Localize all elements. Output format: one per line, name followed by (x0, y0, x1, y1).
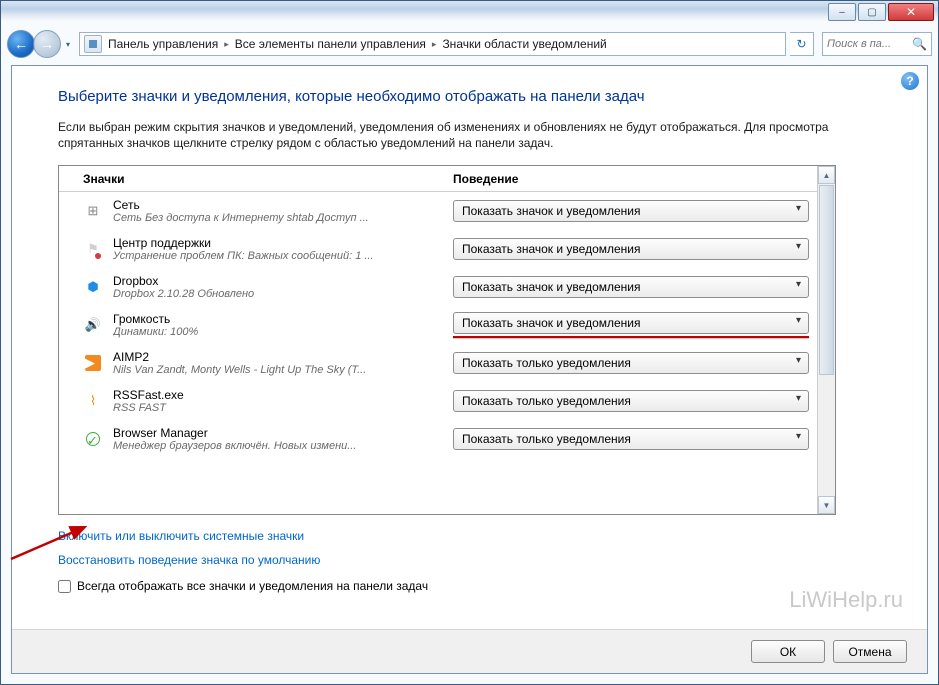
app-name: Центр поддержки (113, 236, 453, 250)
app-status: RSS FAST (113, 402, 453, 414)
app-icon: ⚑ (83, 239, 103, 259)
app-name: AIMP2 (113, 350, 453, 364)
list-header: Значки Поведение (59, 166, 817, 192)
page-title: Выберите значки и уведомления, которые н… (58, 88, 881, 105)
app-icon: ⬢ (83, 277, 103, 297)
minimize-button[interactable]: – (828, 3, 856, 21)
maximize-button[interactable]: ▢ (858, 3, 886, 21)
app-status: Менеджер браузеров включён. Новых измени… (113, 440, 453, 452)
address-bar[interactable]: Панель управления▸ Все элементы панели у… (79, 32, 786, 56)
app-name: Dropbox (113, 274, 453, 288)
restore-default-link[interactable]: Восстановить поведение значка по умолчан… (58, 553, 881, 567)
behavior-select[interactable]: Показать значок и уведомления (453, 200, 809, 222)
scroll-up-button[interactable]: ▲ (818, 166, 835, 184)
list-item: ⌇ RSSFast.exeRSS FASTПоказать только увед… (59, 382, 817, 420)
app-status: Динамики: 100% (113, 326, 453, 338)
button-bar: ОК Отмена (12, 629, 927, 673)
scrollbar[interactable]: ▲ ▼ (817, 166, 835, 514)
app-status: Сеть Без доступа к Интернету shtab Досту… (113, 212, 453, 224)
behavior-select[interactable]: Показать только уведомления (453, 352, 809, 374)
behavior-select[interactable]: Показать только уведомления (453, 428, 809, 450)
page-description: Если выбран режим скрытия значков и увед… (58, 119, 881, 151)
app-status: Dropbox 2.10.28 Обновлено (113, 288, 453, 300)
navbar: ← → ▾ Панель управления▸ Все элементы па… (7, 27, 932, 61)
help-icon[interactable]: ? (901, 72, 919, 90)
column-behavior: Поведение (453, 172, 518, 186)
refresh-button[interactable]: ↻ (790, 32, 814, 56)
always-show-label: Всегда отображать все значки и уведомлен… (77, 579, 428, 593)
list-item: ⊞ СетьСеть Без доступа к Интернету shtab … (59, 192, 817, 230)
breadcrumb-item[interactable]: Значки области уведомлений (442, 37, 606, 51)
column-icons: Значки (83, 172, 453, 186)
app-icon: ⊞ (83, 201, 103, 221)
close-button[interactable]: ✕ (888, 3, 934, 21)
app-name: RSSFast.exe (113, 388, 453, 402)
list-item: ⚑ Центр поддержкиУстранение проблем ПК: В… (59, 230, 817, 268)
watermark: LiWiHelp.ru (789, 587, 903, 613)
chevron-right-icon[interactable]: ▸ (218, 39, 235, 50)
titlebar: – ▢ ✕ (1, 1, 938, 27)
system-icons-link[interactable]: Включить или выключить системные значки (58, 529, 881, 543)
behavior-select[interactable]: Показать только уведомления (453, 390, 809, 412)
app-icon: ✓ (83, 429, 103, 449)
search-icon[interactable]: 🔍 (912, 37, 927, 51)
history-dropdown-icon[interactable]: ▾ (61, 35, 75, 53)
behavior-select[interactable]: Показать значок и уведомления (453, 238, 809, 260)
app-icon: ⌇ (83, 391, 103, 411)
breadcrumb-item[interactable]: Все элементы панели управления (235, 37, 426, 51)
app-status: Устранение проблем ПК: Важных сообщений:… (113, 250, 453, 262)
app-icon: 🔊 (83, 315, 103, 335)
search-box[interactable]: 🔍 (822, 32, 932, 56)
behavior-select[interactable]: Показать значок и уведомления (453, 276, 809, 298)
control-panel-icon (84, 35, 102, 53)
content-pane: ? Выберите значки и уведомления, которые… (11, 65, 928, 674)
app-status: Nils Van Zandt, Monty Wells - Light Up T… (113, 364, 453, 376)
notification-icons-list: Значки Поведение ⊞ СетьСеть Без доступа к… (58, 165, 836, 515)
app-name: Громкость (113, 312, 453, 326)
app-name: Browser Manager (113, 426, 453, 440)
scroll-track[interactable] (818, 376, 835, 496)
list-item: ⬢ DropboxDropbox 2.10.28 ОбновленоПоказат… (59, 268, 817, 306)
app-name: Сеть (113, 198, 453, 212)
search-input[interactable] (827, 38, 907, 50)
list-item: 🔊 ГромкостьДинамики: 100%Показать значок … (59, 306, 817, 344)
scroll-down-button[interactable]: ▼ (818, 496, 835, 514)
ok-button[interactable]: ОК (751, 640, 825, 663)
always-show-checkbox[interactable] (58, 580, 71, 593)
app-icon: ▶ (83, 353, 103, 373)
breadcrumb-item[interactable]: Панель управления (108, 37, 218, 51)
forward-button[interactable]: → (33, 30, 61, 58)
behavior-select[interactable]: Показать значок и уведомления (453, 312, 809, 334)
window: – ▢ ✕ ← → ▾ Панель управления▸ Все элеме… (0, 0, 939, 685)
cancel-button[interactable]: Отмена (833, 640, 907, 663)
back-button[interactable]: ← (7, 30, 35, 58)
scroll-thumb[interactable] (819, 185, 834, 375)
list-item: ✓ Browser ManagerМенеджер браузеров включ… (59, 420, 817, 458)
highlight-underline (453, 336, 809, 338)
list-item: ▶ AIMP2Nils Van Zandt, Monty Wells - Ligh… (59, 344, 817, 382)
chevron-right-icon[interactable]: ▸ (426, 39, 443, 50)
